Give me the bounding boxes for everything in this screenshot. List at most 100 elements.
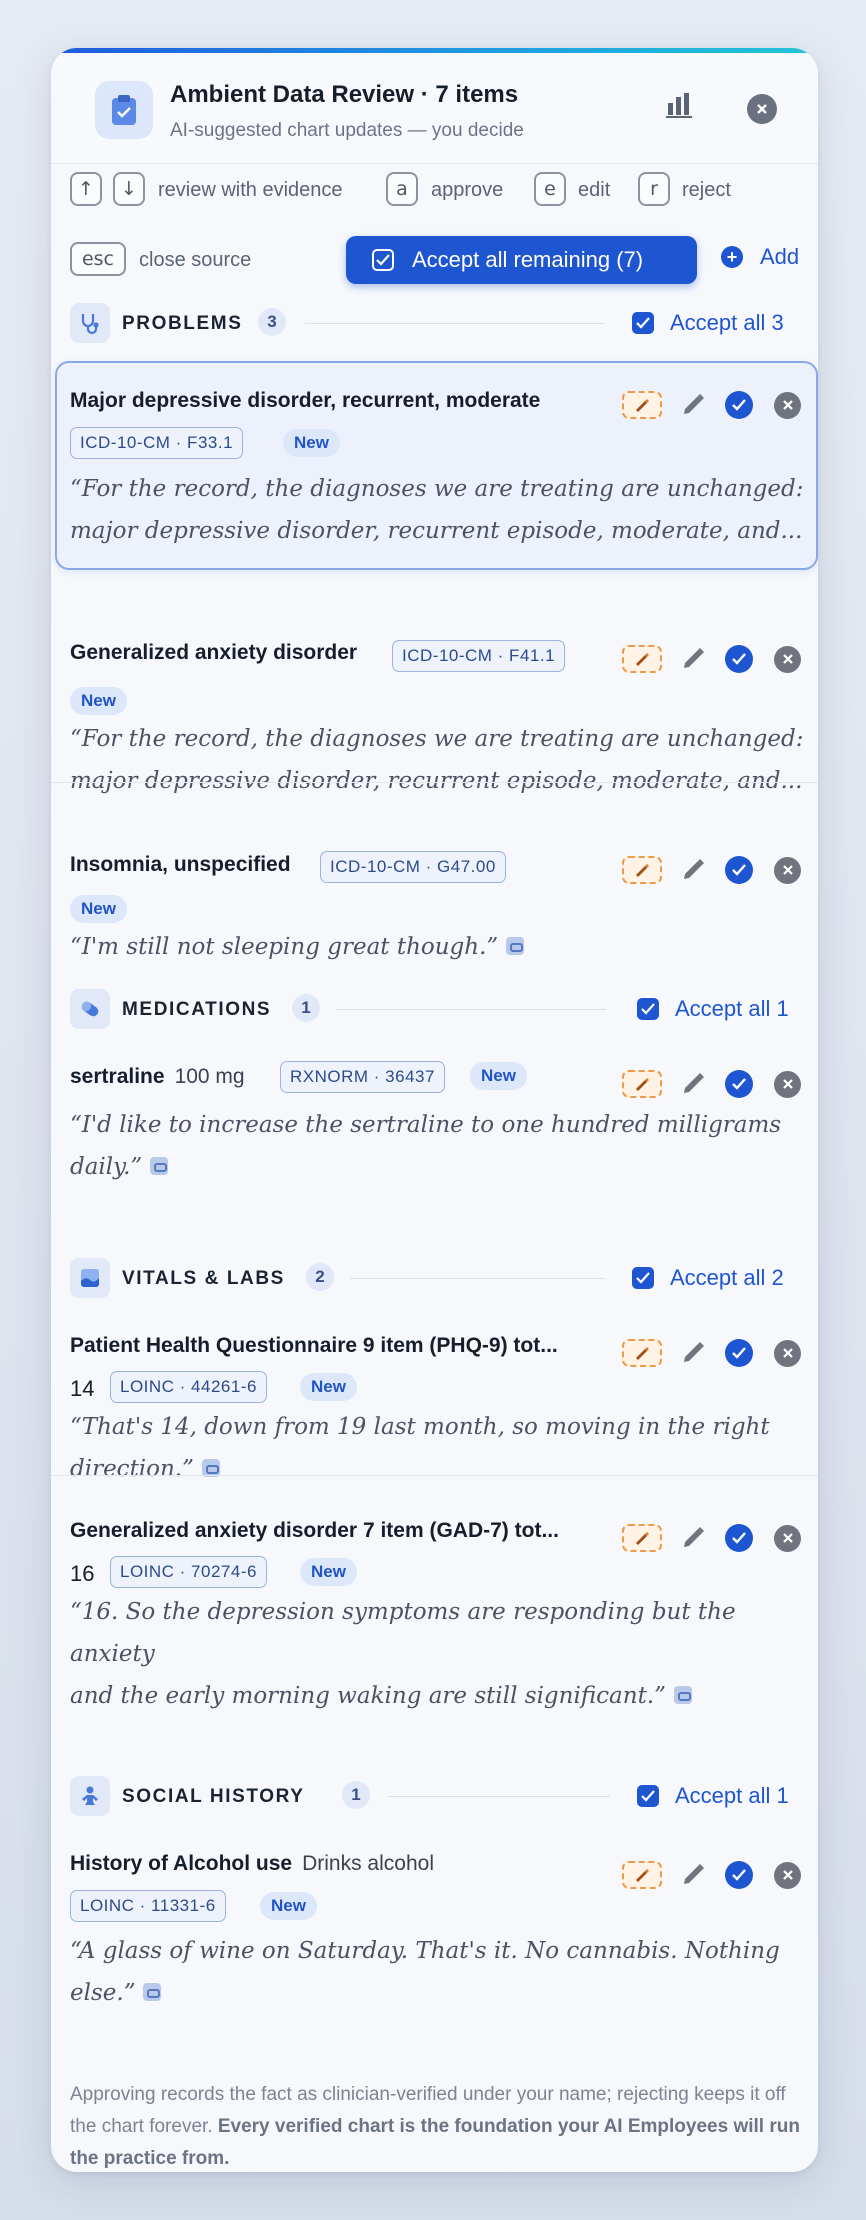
approve-icon[interactable] [725,1861,753,1889]
code-badge: RXNORM · 36437 [280,1061,445,1093]
eraser-icon[interactable] [622,1861,662,1889]
link-icon[interactable] [143,1983,162,2001]
quote-line: “I'm still not sleeping great though.” [70,934,499,960]
pencil-icon[interactable] [678,855,708,885]
item-value: 14 [70,1376,95,1401]
eraser-icon[interactable] [622,856,662,884]
section-count: 1 [342,1781,370,1809]
code-badge: LOINC · 44261-6 [110,1371,267,1403]
add-button[interactable]: + Add [721,244,799,270]
eraser-icon[interactable] [622,391,662,419]
close-icon[interactable] [747,94,777,124]
section-divider [388,1796,610,1797]
item-actions [622,1069,801,1099]
reject-icon[interactable] [774,391,801,419]
link-icon[interactable] [506,937,525,955]
esc-shortcut-label: close source [139,249,252,271]
accept-all-problems-button[interactable]: Accept all 3 [632,310,784,336]
pencil-icon[interactable] [678,1523,708,1553]
section-count: 3 [258,308,286,336]
kbd-up: ↑ [70,172,102,206]
section-title: VITALS & LABS [122,1268,285,1289]
accept-all-remaining-button[interactable]: Accept all remaining (7) [346,236,697,284]
new-badge: New [283,429,340,457]
list-item[interactable]: History of Alcohol use Drinks alcohol LOI… [51,1825,818,2055]
page-title: Ambient Data Review · 7 items [170,81,519,108]
link-icon[interactable] [673,1686,692,1704]
accept-all-label: Accept all 3 [670,310,784,335]
new-badge: New [70,687,127,715]
accept-all-social-button[interactable]: Accept all 1 [637,1783,789,1809]
item-detail: 100 mg [174,1065,245,1088]
checkbox-icon [637,1785,659,1807]
code-badge: ICD-10-CM · F33.1 [70,427,244,459]
approve-icon[interactable] [725,1070,753,1098]
kbd-reject: r [638,172,670,206]
approve-icon[interactable] [725,645,753,673]
accept-all-label: Accept all 2 [670,1265,784,1290]
list-item[interactable]: Patient Health Questionnaire 9 item (PHQ… [51,1308,818,1482]
approve-icon[interactable] [725,856,753,884]
pencil-icon[interactable] [678,644,708,674]
reject-icon[interactable] [774,645,801,673]
new-badge: New [470,1062,527,1090]
eraser-icon[interactable] [622,1524,662,1552]
edit-shortcut-label: edit [578,179,611,201]
reject-icon[interactable] [774,1339,801,1367]
section-divider [350,1278,605,1279]
eraser-icon[interactable] [622,645,662,673]
item-detail: Drinks alcohol [302,1852,434,1875]
review-shortcut-label: review with evidence [158,179,343,201]
section-problems: PROBLEMS 3 Accept all 3 [70,303,810,343]
reject-icon[interactable] [774,1070,801,1098]
checkbox-icon [632,312,654,334]
panel-header: Ambient Data Review · 7 items AI-suggest… [51,53,818,164]
quote-line: “A glass of wine on Saturday. That's it.… [70,1938,780,1964]
section-count: 1 [292,994,320,1022]
link-icon[interactable] [150,1157,169,1175]
pencil-icon[interactable] [678,1860,708,1890]
reject-shortcut-label: reject [682,179,731,201]
item-actions [622,1523,801,1553]
add-label: Add [760,244,800,269]
stethoscope-icon [70,303,110,343]
list-item[interactable]: Generalized anxiety disorder ICD-10-CM ·… [51,572,818,794]
evidence-quote: “I'd like to increase the sertraline to … [70,1104,810,1188]
kbd-edit: e [534,172,566,206]
section-title: MEDICATIONS [122,999,272,1020]
quote-line: daily.” [70,1154,143,1180]
pencil-icon[interactable] [678,390,708,420]
reject-icon[interactable] [774,856,801,884]
approve-icon[interactable] [725,391,753,419]
pencil-icon[interactable] [678,1069,708,1099]
quote-line: “For the record, the diagnoses we are tr… [70,476,804,502]
item-actions [622,1338,801,1368]
reject-icon[interactable] [774,1524,801,1552]
section-title: PROBLEMS [122,313,243,334]
list-item[interactable]: Major depressive disorder, recurrent, mo… [55,361,818,570]
clipboard-check-icon [95,81,153,139]
item-title: History of Alcohol use [70,1852,293,1875]
item-title: Generalized anxiety disorder 7 item (GAD… [70,1519,559,1542]
bar-chart-icon[interactable] [665,91,693,124]
accept-all-vitals-button[interactable]: Accept all 2 [632,1265,784,1291]
approve-icon[interactable] [725,1339,753,1367]
list-item[interactable]: sertraline 100 mg RXNORM · 36437 New “I'd… [51,1038,818,1248]
approve-icon[interactable] [725,1524,753,1552]
list-item[interactable]: Insomnia, unspecified ICD-10-CM · G47.00… [51,784,818,994]
accept-all-remaining-label: Accept all remaining (7) [412,247,644,272]
code-badge: LOINC · 11331-6 [70,1890,226,1922]
list-item[interactable]: Generalized anxiety disorder 7 item (GAD… [51,1477,818,1709]
reject-icon[interactable] [774,1861,801,1889]
eraser-icon[interactable] [622,1070,662,1098]
item-actions [622,390,801,420]
item-title: Patient Health Questionnaire 9 item (PHQ… [70,1334,558,1357]
pill-icon [70,989,110,1029]
checkbox-icon [372,249,394,271]
evidence-quote: “I'm still not sleeping great though.” [70,926,810,968]
quote-line: and the early morning waking are still s… [70,1683,666,1709]
new-badge: New [260,1892,317,1920]
accept-all-medications-button[interactable]: Accept all 1 [637,996,789,1022]
pencil-icon[interactable] [678,1338,708,1368]
eraser-icon[interactable] [622,1339,662,1367]
